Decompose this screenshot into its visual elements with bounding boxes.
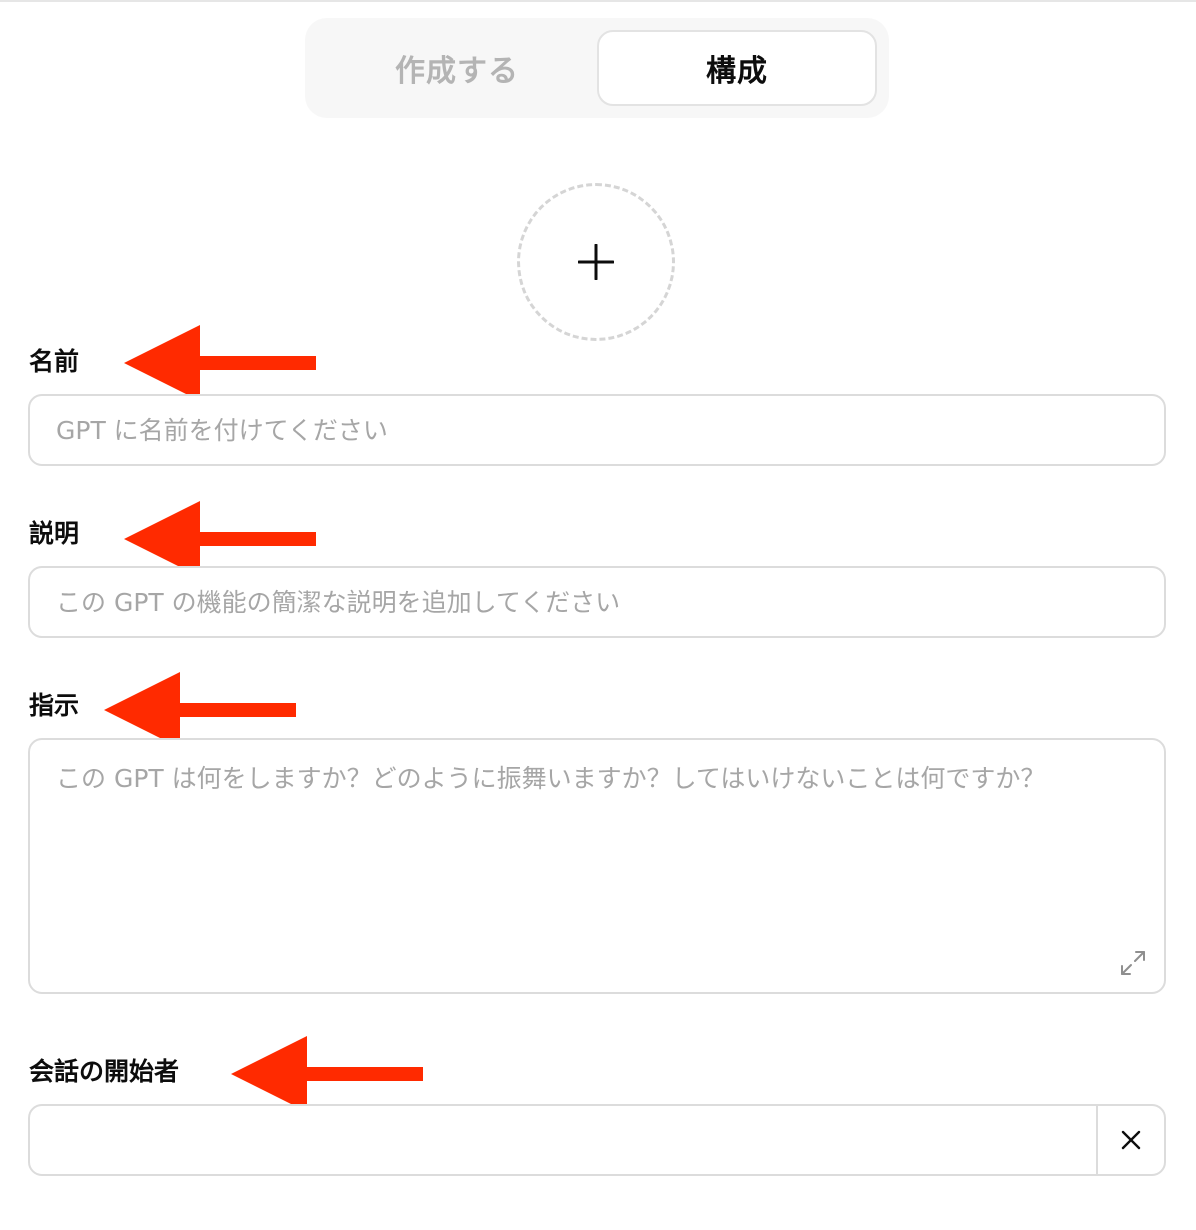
conversation-starters-label: 会話の開始者 xyxy=(29,1057,180,1086)
conversation-starter-container xyxy=(28,1104,1166,1176)
tab-create[interactable]: 作成する xyxy=(317,30,597,106)
remove-starter-button[interactable] xyxy=(1098,1106,1164,1174)
instructions-textarea[interactable] xyxy=(30,740,1164,992)
instructions-field-container xyxy=(28,738,1166,994)
tab-configure[interactable]: 構成 xyxy=(597,30,877,106)
plus-icon xyxy=(578,244,614,280)
top-divider xyxy=(0,0,1196,2)
left-arrow-icon xyxy=(124,325,316,401)
avatar-upload-button[interactable] xyxy=(517,183,675,341)
name-label: 名前 xyxy=(29,347,80,376)
left-arrow-icon xyxy=(104,672,296,748)
description-field-container xyxy=(28,566,1166,638)
conversation-starter-input[interactable] xyxy=(30,1106,1098,1174)
instructions-label: 指示 xyxy=(29,691,80,720)
description-input[interactable] xyxy=(30,568,1164,636)
left-arrow-icon xyxy=(231,1036,423,1112)
close-icon xyxy=(1121,1130,1141,1150)
expand-icon[interactable] xyxy=(1120,950,1146,976)
name-field-container xyxy=(28,394,1166,466)
mode-tabs: 作成する 構成 xyxy=(305,18,889,118)
description-label: 説明 xyxy=(29,519,80,548)
name-input[interactable] xyxy=(30,396,1164,464)
